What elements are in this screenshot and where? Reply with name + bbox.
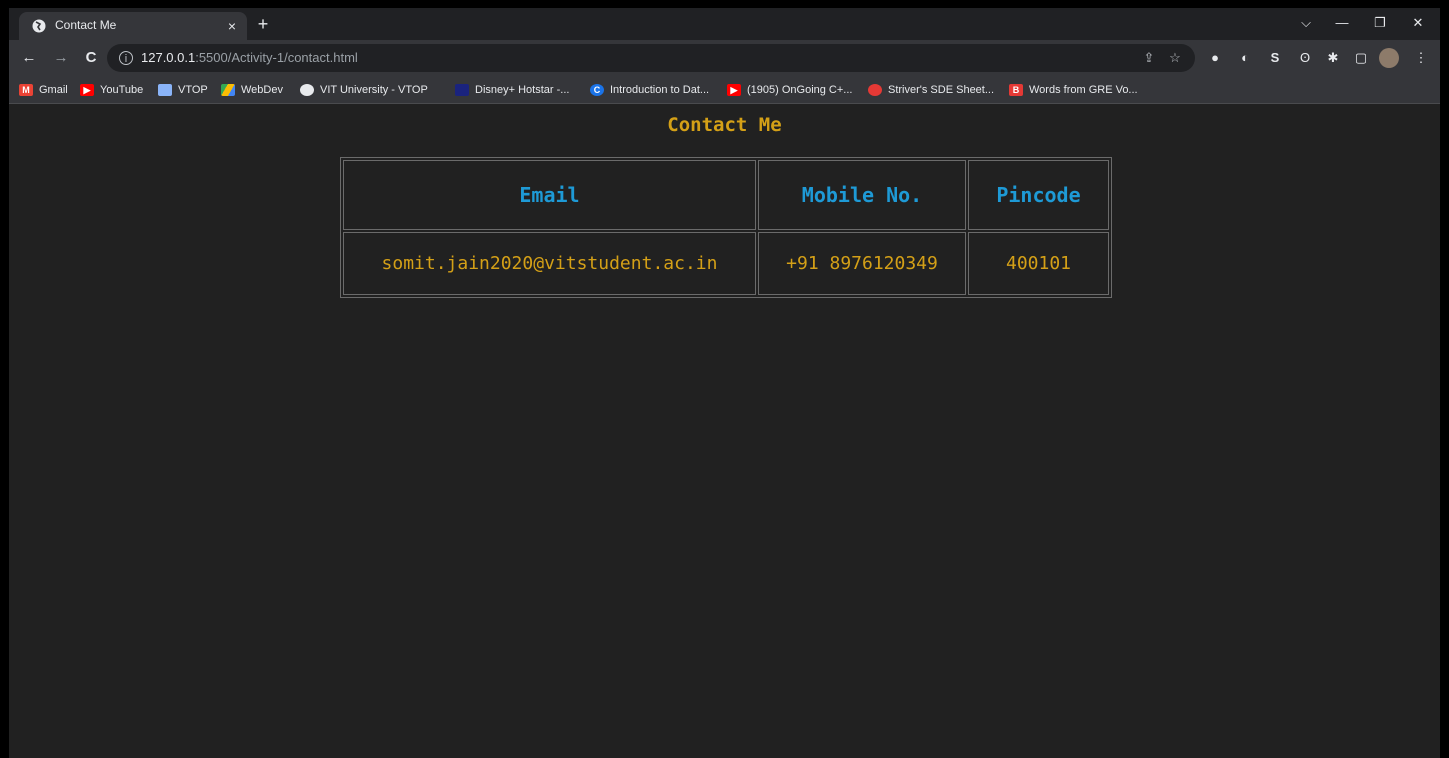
forward-icon[interactable]: → <box>51 48 71 68</box>
page-content: Contact Me Email Mobile No. Pincode somi… <box>9 104 1440 758</box>
menu-kebab-icon[interactable]: ⋮ <box>1413 50 1429 66</box>
close-tab-icon[interactable]: × <box>223 17 241 35</box>
header-pincode: Pincode <box>968 160 1109 230</box>
browser-toolbar: ← → C i 127.0.0.1:5500/Activity-1/contac… <box>9 40 1440 76</box>
youtube-icon: ▶ <box>727 84 741 96</box>
share-icon[interactable]: ⇪ <box>1141 50 1157 66</box>
back-icon[interactable]: ← <box>19 48 39 68</box>
extension-circle-icon[interactable]: ● <box>1207 50 1223 66</box>
google-drive-icon <box>221 84 235 96</box>
tab-contact-me[interactable]: Contact Me × <box>19 12 247 40</box>
avatar[interactable] <box>1379 48 1399 68</box>
reload-icon[interactable]: C <box>81 48 101 68</box>
bookmark-hotstar[interactable]: Disney+ Hotstar -... <box>455 82 569 98</box>
table-row: somit.jain2020@vitstudent.ac.in +91 8976… <box>343 232 1109 295</box>
bookmark-ongoing[interactable]: ▶ (1905) OnGoing C+... <box>727 82 852 98</box>
header-email: Email <box>343 160 756 230</box>
minimize-icon[interactable]: — <box>1327 12 1357 34</box>
tuf-icon <box>868 84 882 96</box>
b-icon: B <box>1009 84 1023 96</box>
vtop-icon <box>158 84 172 96</box>
bookmark-striver[interactable]: Striver's SDE Sheet... <box>868 82 994 98</box>
browser-window: Contact Me × + ⌵ — ❐ ✕ ← → C i 127.0.0.1… <box>9 8 1440 758</box>
url-text[interactable]: 127.0.0.1:5500/Activity-1/contact.html <box>141 50 358 65</box>
extensions-puzzle-icon[interactable]: ✱ <box>1325 50 1341 66</box>
tab-strip: Contact Me × + ⌵ — ❐ ✕ <box>9 8 1440 40</box>
page-title: Contact Me <box>667 114 782 136</box>
side-panel-icon[interactable]: ▢ <box>1353 50 1369 66</box>
bookmark-vtop[interactable]: VTOP <box>158 82 208 98</box>
bookmark-gmail[interactable]: M Gmail <box>19 82 68 98</box>
youtube-icon: ▶ <box>80 84 94 96</box>
bookmark-coursera[interactable]: C Introduction to Dat... <box>590 82 709 98</box>
bookmarks-bar: M Gmail ▶ YouTube VTOP WebDev VIT Univer… <box>9 76 1440 104</box>
bookmark-youtube[interactable]: ▶ YouTube <box>80 82 143 98</box>
tab-title: Contact Me <box>55 18 117 32</box>
gmail-icon: M <box>19 84 33 96</box>
globe-icon <box>300 84 314 96</box>
contact-table: Email Mobile No. Pincode somit.jain2020@… <box>340 157 1112 298</box>
hotstar-icon <box>455 84 469 96</box>
restore-icon[interactable]: ❐ <box>1365 12 1395 34</box>
bookmark-vit-vtop[interactable]: VIT University - VTOP <box>300 82 428 98</box>
cell-email: somit.jain2020@vitstudent.ac.in <box>343 232 756 295</box>
extension-owl-icon[interactable]: ʘ <box>1297 50 1313 66</box>
globe-icon <box>32 19 46 33</box>
cell-mobile: +91 8976120349 <box>758 232 966 295</box>
info-icon[interactable]: i <box>119 51 133 65</box>
table-header-row: Email Mobile No. Pincode <box>343 160 1109 230</box>
header-mobile: Mobile No. <box>758 160 966 230</box>
tab-search-icon[interactable]: ⌵ <box>1291 12 1321 34</box>
cell-pincode: 400101 <box>968 232 1109 295</box>
bookmark-webdev[interactable]: WebDev <box>221 82 283 98</box>
bookmark-gre[interactable]: B Words from GRE Vo... <box>1009 82 1138 98</box>
coursera-icon: C <box>590 84 604 96</box>
bookmark-star-icon[interactable]: ☆ <box>1167 50 1183 66</box>
address-bar[interactable]: i 127.0.0.1:5500/Activity-1/contact.html… <box>107 44 1195 72</box>
close-window-icon[interactable]: ✕ <box>1403 12 1433 34</box>
extension-ghost-icon[interactable]: ◐ <box>1237 50 1253 66</box>
new-tab-icon[interactable]: + <box>253 14 273 34</box>
extension-s-icon[interactable]: S <box>1267 50 1283 66</box>
